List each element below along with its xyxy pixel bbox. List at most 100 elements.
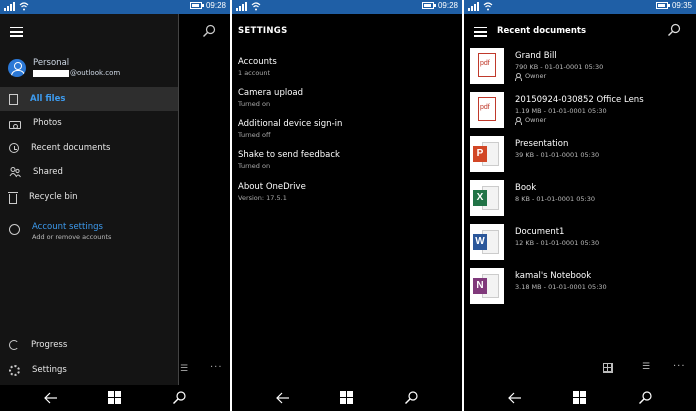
drawer-item-label: Photos: [33, 118, 62, 128]
document-meta: 3.18 MB - 01-01-0001 05:30: [515, 283, 607, 291]
select-list-icon[interactable]: ☰: [642, 362, 650, 372]
screen-recent-documents: 09:35 Recent documents pdf Grand Bill 79…: [464, 0, 696, 411]
redacted-email-block: [33, 69, 69, 77]
settings-item-sub: Version: 17.5.1: [238, 194, 287, 202]
drawer-item-label: Recent documents: [31, 143, 111, 153]
document-meta: 8 KB - 01-01-0001 05:30: [515, 195, 595, 203]
nav-bar: [232, 385, 462, 411]
nav-bar: [0, 385, 230, 411]
more-options-icon[interactable]: ···: [210, 362, 223, 373]
drawer-item-label: Shared: [33, 167, 63, 177]
drawer-item-settings[interactable]: Settings: [0, 358, 178, 382]
document-name: Book: [515, 183, 537, 193]
document-row[interactable]: pdf 20150924-030852 Office Lens 1.19 MB …: [470, 92, 690, 130]
status-bar: 09:35: [464, 0, 696, 14]
document-meta: 39 KB - 01-01-0001 05:30: [515, 151, 600, 159]
settings-item-accounts[interactable]: Accounts 1 account: [238, 57, 277, 77]
settings-item-label: Shake to send feedback: [238, 150, 340, 160]
more-options-icon[interactable]: ···: [673, 361, 686, 372]
owner-icon: [515, 116, 522, 125]
select-list-icon[interactable]: ☰: [180, 364, 188, 374]
word-file-icon: W: [470, 224, 504, 260]
document-name: kamal's Notebook: [515, 271, 592, 281]
thumb-text: N: [473, 278, 487, 294]
shared-people-icon: [9, 167, 21, 178]
signal-icon: [468, 2, 480, 11]
settings-item-shake-to-send-feedback[interactable]: Shake to send feedback Turned on: [238, 150, 340, 170]
owner-icon: [515, 72, 522, 81]
account-header[interactable]: Personal @outlook.com: [8, 58, 120, 77]
windows-start-icon[interactable]: [340, 390, 356, 406]
onenote-file-icon: N: [470, 268, 504, 304]
document-name: Grand Bill: [515, 51, 557, 61]
document-owner: Owner: [525, 116, 547, 124]
windows-start-icon[interactable]: [573, 390, 589, 406]
wifi-icon: [251, 2, 261, 11]
signal-icon: [4, 2, 16, 11]
gear-icon: [9, 364, 20, 376]
document-row[interactable]: X Book 8 KB - 01-01-0001 05:30: [470, 180, 690, 218]
page-title: SETTINGS: [238, 26, 288, 36]
excel-file-icon: X: [470, 180, 504, 216]
back-arrow-icon[interactable]: [275, 390, 291, 406]
settings-item-sub: Turned on: [238, 162, 271, 170]
thumb-text: pdf: [480, 60, 490, 67]
powerpoint-file-icon: P: [470, 136, 504, 172]
back-arrow-icon[interactable]: [43, 390, 59, 406]
thumb-text: pdf: [480, 104, 490, 111]
grid-view-icon[interactable]: [603, 363, 613, 373]
search-icon[interactable]: [202, 24, 216, 38]
settings-item-label: Accounts: [238, 57, 277, 67]
settings-item-about-onedrive[interactable]: About OneDrive Version: 17.5.1: [238, 182, 306, 202]
drawer-item-label: All files: [30, 94, 66, 104]
document-name: Document1: [515, 227, 565, 237]
document-row[interactable]: P Presentation 39 KB - 01-01-0001 05:30: [470, 136, 690, 174]
drawer-item-account-settings[interactable]: Account settings Add or remove accounts: [0, 217, 178, 247]
back-arrow-icon[interactable]: [507, 390, 523, 406]
account-name: Personal: [33, 58, 70, 68]
drawer-item-shared[interactable]: Shared: [0, 160, 178, 184]
document-row[interactable]: N kamal's Notebook 3.18 MB - 01-01-0001 …: [470, 268, 690, 306]
search-icon[interactable]: [171, 390, 187, 406]
hamburger-menu-icon[interactable]: [474, 27, 487, 37]
account-email: @outlook.com: [70, 69, 121, 77]
windows-start-icon[interactable]: [108, 390, 124, 406]
settings-item-sub: 1 account: [238, 69, 271, 77]
thumb-text: P: [473, 146, 487, 162]
search-icon[interactable]: [403, 390, 419, 406]
nav-bar: [464, 385, 696, 411]
drawer-item-photos[interactable]: Photos: [0, 111, 178, 135]
settings-item-additional-device-sign-in[interactable]: Additional device sign-in Turned off: [238, 119, 342, 139]
settings-item-label: Camera upload: [238, 88, 304, 98]
settings-item-sub: Turned on: [238, 100, 271, 108]
thumb-text: X: [473, 190, 487, 206]
document-owner: Owner: [525, 72, 547, 80]
settings-item-sub: Turned off: [238, 131, 271, 139]
status-bar: 09:28: [0, 0, 230, 14]
document-name: Presentation: [515, 139, 569, 149]
document-row[interactable]: W Document1 12 KB - 01-01-0001 05:30: [470, 224, 690, 262]
thumb-text: W: [473, 234, 487, 250]
drawer-item-recycle-bin[interactable]: Recycle bin: [0, 185, 178, 209]
status-time: 09:35: [671, 1, 692, 10]
file-icon: [9, 93, 18, 105]
hamburger-menu-icon[interactable]: [10, 27, 23, 37]
document-row[interactable]: pdf Grand Bill 790 KB - 01-01-0001 05:30…: [470, 48, 690, 86]
settings-item-camera-upload[interactable]: Camera upload Turned on: [238, 88, 303, 108]
wifi-icon: [19, 2, 29, 11]
battery-icon: [421, 2, 436, 9]
battery-icon: [655, 2, 670, 9]
wifi-icon: [483, 2, 493, 11]
search-icon[interactable]: [667, 23, 681, 37]
drawer-item-all-files[interactable]: All files: [0, 87, 178, 111]
drawer-item-sub: Add or remove accounts: [32, 233, 112, 241]
drawer-item-label: Settings: [32, 365, 67, 375]
document-meta: 790 KB - 01-01-0001 05:30: [515, 63, 604, 71]
drawer-divider: [178, 14, 179, 385]
document-meta: 1.19 MB - 01-01-0001 05:30: [515, 107, 607, 115]
search-icon[interactable]: [637, 390, 653, 406]
clock-icon: [9, 143, 19, 153]
drawer-item-progress[interactable]: Progress: [0, 333, 178, 357]
status-time: 09:28: [437, 1, 458, 10]
drawer-item-recent-documents[interactable]: Recent documents: [0, 136, 178, 160]
